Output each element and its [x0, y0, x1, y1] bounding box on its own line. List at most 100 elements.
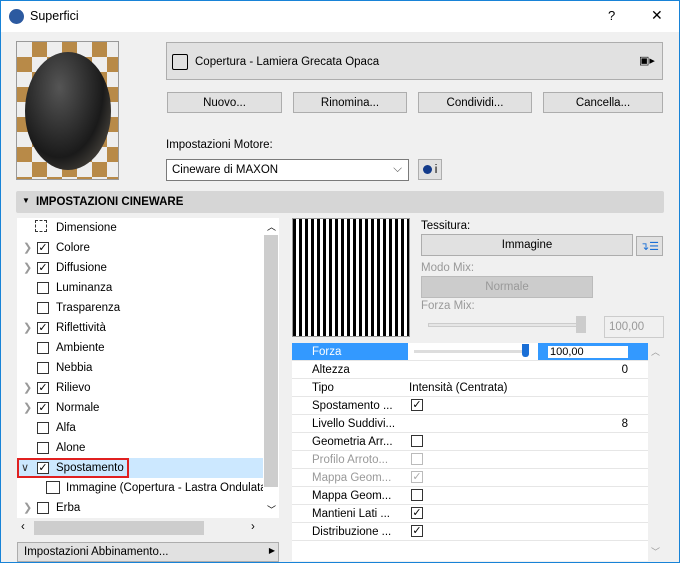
mix-mode-select[interactable]: Normale [421, 276, 593, 298]
property-checkbox[interactable] [411, 435, 423, 447]
property-label: Mantieni Lati ... [312, 508, 390, 520]
chevron-right-icon[interactable]: ❯ [23, 261, 32, 274]
channel-checkbox[interactable]: ✓ [37, 322, 49, 334]
channel-tree[interactable]: Dimensione ❯ ✓ Colore ❯ ✓ Diffusione Luminanza T… [17, 218, 279, 518]
tree-item[interactable]: Ambiente [17, 338, 263, 358]
app-icon [9, 9, 24, 24]
load-image-icon: ↴☰ [639, 240, 660, 253]
properties-table[interactable]: Forza 100,00 Altezza 0 Tipo Intensità (Centra… [292, 343, 648, 561]
engine-select[interactable]: Cineware di MAXON ⌵ [166, 159, 409, 181]
scroll-down-icon[interactable]: ﹀ [267, 503, 276, 516]
tree-item[interactable]: ❯ ✓ Diffusione [17, 258, 263, 278]
share-button[interactable]: Condividi... [418, 92, 532, 113]
mix-strength-slider[interactable] [428, 316, 586, 333]
load-texture-button[interactable]: ↴☰ [636, 236, 663, 256]
property-label: Forza [312, 346, 342, 358]
hscroll-thumb[interactable] [34, 521, 204, 535]
material-name-field[interactable]: Copertura - Lamiera Grecata Opaca ▣▸ [166, 42, 663, 80]
property-value[interactable]: 8 [622, 418, 628, 430]
chevron-right-icon[interactable]: ❯ [23, 241, 32, 254]
section-header[interactable]: ▼ IMPOSTAZIONI CINEWARE [16, 191, 664, 213]
property-row[interactable]: Spostamento ... ✓ [292, 397, 648, 415]
tree-horizontal-scrollbar[interactable]: ‹ › [17, 519, 263, 537]
cinema4d-icon [422, 165, 432, 174]
help-button[interactable]: ? [608, 8, 615, 23]
section-title: IMPOSTAZIONI CINEWARE [36, 196, 184, 208]
mix-strength-thumb[interactable] [576, 316, 586, 333]
property-value[interactable]: 0 [622, 364, 628, 376]
chevron-right-icon[interactable]: ❯ [23, 321, 32, 334]
property-label: Mappa Geom... [312, 472, 392, 484]
property-row[interactable]: Geometria Arr... [292, 433, 648, 451]
tree-item[interactable]: ∨ ✓ Spostamento [17, 458, 263, 478]
scroll-thumb[interactable] [264, 235, 278, 487]
channel-checkbox[interactable] [37, 282, 49, 294]
property-row[interactable]: Forza 100,00 [292, 343, 648, 361]
property-label: Livello Suddivi... [312, 418, 396, 430]
channel-checkbox[interactable] [37, 422, 49, 434]
close-button[interactable]: ✕ [651, 7, 663, 24]
tree-item[interactable]: Trasparenza [17, 298, 263, 318]
property-checkbox[interactable] [411, 453, 423, 465]
channel-checkbox[interactable]: ✓ [37, 382, 49, 394]
matching-settings-label: Impostazioni Abbinamento... [24, 546, 169, 558]
chevron-right-icon[interactable]: ❯ [23, 381, 32, 394]
tree-item[interactable]: Immagine (Copertura - Lastra Ondulata [17, 478, 267, 498]
tree-item-label: Erba [56, 502, 81, 514]
props-scrollbar[interactable]: ︿ ﹀ [648, 343, 664, 561]
tree-vertical-scrollbar[interactable]: ︿ ﹀ [263, 218, 279, 518]
channel-checkbox[interactable]: ✓ [37, 242, 49, 254]
property-checkbox[interactable] [411, 489, 423, 501]
channel-checkbox[interactable] [37, 342, 49, 354]
tree-item[interactable]: ❯ ✓ Rilievo [17, 378, 263, 398]
property-row[interactable]: Mappa Geom... ✓ [292, 469, 648, 487]
delete-button[interactable]: Cancella... [543, 92, 663, 113]
strength-input[interactable]: 100,00 [548, 346, 628, 358]
new-button[interactable]: Nuovo... [167, 92, 282, 113]
tree-item[interactable]: Alfa [17, 418, 263, 438]
property-label: Mappa Geom... [312, 490, 392, 502]
tree-item[interactable]: ❯ ✓ Normale [17, 398, 263, 418]
property-row[interactable]: Mantieni Lati ... ✓ [292, 505, 648, 523]
property-checkbox[interactable]: ✓ [411, 525, 423, 537]
strength-thumb[interactable] [522, 344, 529, 357]
channel-checkbox[interactable]: ✓ [37, 262, 49, 274]
property-checkbox[interactable]: ✓ [411, 507, 423, 519]
chevron-right-icon[interactable]: ❯ [23, 501, 32, 514]
property-row[interactable]: Mappa Geom... [292, 487, 648, 505]
rename-button[interactable]: Rinomina... [293, 92, 407, 113]
tree-item[interactable]: Luminanza [17, 278, 263, 298]
property-row[interactable]: Profilo Arroto... [292, 451, 648, 469]
channel-checkbox[interactable] [37, 362, 49, 374]
tree-item-label: Alfa [56, 422, 76, 434]
mix-strength-field[interactable]: 100,00 [604, 316, 664, 338]
image-menu-icon[interactable]: ▣▸ [639, 54, 655, 67]
scroll-up-icon[interactable]: ︿ [651, 345, 660, 358]
material-swatch[interactable] [172, 54, 188, 70]
property-checkbox[interactable]: ✓ [411, 399, 423, 411]
scroll-right-icon[interactable]: › [251, 521, 255, 533]
tree-item[interactable]: Alone [17, 438, 263, 458]
property-checkbox[interactable]: ✓ [411, 471, 423, 483]
scroll-up-icon[interactable]: ︿ [267, 220, 276, 233]
scroll-down-icon[interactable]: ﹀ [651, 545, 660, 558]
strength-slider[interactable] [414, 344, 529, 357]
texture-button[interactable]: Immagine [421, 234, 633, 256]
tree-item[interactable]: Dimensione [17, 218, 263, 238]
property-row[interactable]: Livello Suddivi... 8 [292, 415, 648, 433]
tree-item[interactable]: ❯ Erba [17, 498, 263, 518]
tree-item[interactable]: ❯ ✓ Colore [17, 238, 263, 258]
channel-checkbox[interactable] [37, 502, 49, 514]
chevron-right-icon[interactable]: ❯ [23, 401, 32, 414]
engine-info-button[interactable]: i [418, 159, 442, 180]
channel-checkbox[interactable] [37, 302, 49, 314]
tree-item[interactable]: ❯ ✓ Riflettività [17, 318, 263, 338]
property-row[interactable]: Tipo Intensità (Centrata) [292, 379, 648, 397]
tree-item[interactable]: Nebbia [17, 358, 263, 378]
property-row[interactable]: Altezza 0 [292, 361, 648, 379]
channel-checkbox[interactable]: ✓ [37, 402, 49, 414]
matching-settings-button[interactable]: Impostazioni Abbinamento... ▶ [17, 542, 279, 562]
property-row[interactable]: Distribuzione ... ✓ [292, 523, 648, 541]
channel-checkbox[interactable] [37, 442, 49, 454]
scroll-left-icon[interactable]: ‹ [21, 521, 25, 533]
